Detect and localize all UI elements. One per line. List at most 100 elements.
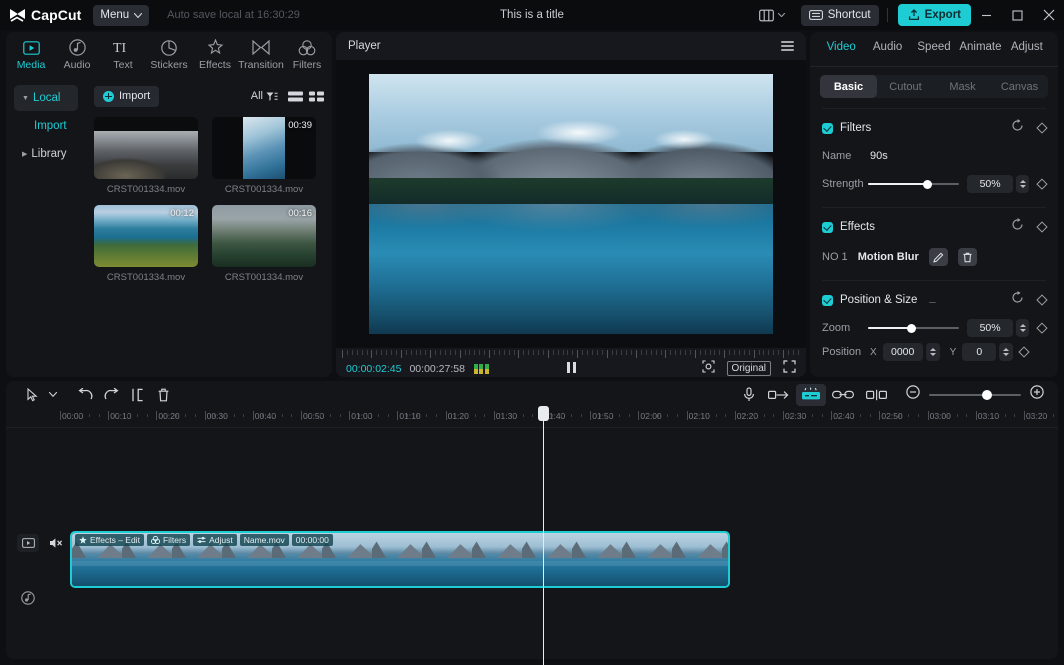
import-button[interactable]: Import [94,86,159,107]
effects-checkbox[interactable] [822,222,833,233]
zoom-value[interactable]: 50% [967,319,1013,337]
hamburger-icon[interactable] [781,38,794,53]
undo-button[interactable] [72,384,98,406]
keyframe-diamond-icon[interactable] [1037,322,1048,333]
tab-transition[interactable]: Transition [238,32,284,77]
record-voiceover-button[interactable] [736,384,762,406]
menu-button[interactable]: Menu [93,5,149,26]
effect-edit-button[interactable] [929,248,948,266]
tab-audio[interactable]: Audio [864,41,910,53]
media-item[interactable]: 00:21 CRST001334.mov [94,117,198,195]
auto-captions-button[interactable] [796,384,826,406]
video-track-toggle[interactable] [17,534,39,552]
tab-effects[interactable]: Effects [192,32,238,77]
position-size-checkbox[interactable] [822,295,833,306]
reset-icon[interactable] [1011,218,1024,236]
subtab-mask[interactable]: Mask [934,75,991,98]
keyframe-diamond-icon[interactable] [1036,294,1047,305]
media-item[interactable]: 00:16 CRST001334.mov [212,205,316,283]
keyframe-diamond-icon[interactable] [1036,122,1047,133]
video-preview[interactable] [369,74,773,334]
tab-filters[interactable]: Filters [284,32,330,77]
timeline-zoom-slider[interactable] [929,389,1021,401]
video-clip[interactable]: Effects – Edit Filters Adjust Name.mov 0… [70,531,730,588]
player-ruler[interactable] [336,348,806,360]
media-thumbnail[interactable]: 00:39 [212,117,316,179]
grid-view-icon[interactable] [309,90,324,103]
clip-badge-adjust[interactable]: Adjust [193,534,237,546]
media-item[interactable]: 00:39 CRST001334.mov [212,117,316,195]
media-thumbnail[interactable]: 00:21 [94,117,198,179]
minimize-button[interactable] [971,0,1002,30]
slider-knob[interactable] [982,390,992,400]
position-y-value[interactable]: 0 [962,343,996,361]
slider-knob[interactable] [923,180,932,189]
audio-track-toggle[interactable] [17,589,39,607]
playhead-handle[interactable] [538,406,549,421]
zoom-out-icon[interactable] [906,385,920,404]
filter-strength-stepper[interactable] [1016,175,1029,193]
tab-adjust[interactable]: Adjust [1004,41,1050,53]
clip-badge-filters[interactable]: Filters [147,534,190,546]
tab-speed[interactable]: Speed [911,41,957,53]
collapse-icon[interactable]: ⚊ [928,295,936,306]
subtab-basic[interactable]: Basic [820,75,877,98]
filters-checkbox[interactable] [822,123,833,134]
sidebar-item-local[interactable]: ▼ Local [14,85,78,111]
crop-button[interactable] [762,384,796,406]
position-y-stepper[interactable] [999,343,1013,361]
maximize-button[interactable] [1002,0,1033,30]
zoom-slider[interactable] [868,321,959,335]
redo-button[interactable] [98,384,124,406]
list-view-icon[interactable] [288,90,303,103]
media-item[interactable]: 00:12 CRST001334.mov [94,205,198,283]
tab-text[interactable]: TI Text [100,32,146,77]
filter-strength-slider[interactable] [868,177,959,191]
panel-tabbar: Media Audio TI Text Stickers [6,32,332,77]
select-tool-dropdown[interactable] [46,384,60,406]
layout-button[interactable] [753,9,791,22]
media-thumbnail[interactable]: 00:12 [94,205,198,267]
tab-media[interactable]: Media [8,32,54,77]
close-button[interactable] [1033,0,1064,30]
subtab-cutout[interactable]: Cutout [877,75,934,98]
tab-video[interactable]: Video [818,41,864,53]
zoom-stepper[interactable] [1016,319,1029,337]
reset-icon[interactable] [1011,119,1024,137]
sidebar-item-library[interactable]: ▶ Library [14,141,78,167]
filter-name-value[interactable]: 90s [870,150,888,162]
keyframe-diamond-icon[interactable] [1037,178,1048,189]
shortcut-button[interactable]: Shortcut [801,5,879,26]
tab-animate[interactable]: Animate [957,41,1003,53]
media-filter-button[interactable]: All [251,90,278,102]
delete-button[interactable] [150,384,176,406]
player-stage[interactable] [336,60,806,348]
tab-audio[interactable]: Audio [54,32,100,77]
position-x-value[interactable]: 0000 [883,343,923,361]
split-button[interactable] [124,384,150,406]
clip-badge-effects[interactable]: Effects – Edit [75,534,144,546]
play-pause-button[interactable] [336,360,806,378]
zoom-in-icon[interactable] [1030,385,1044,404]
ruler-minor-tick [581,414,582,417]
freeze-button[interactable] [860,384,894,406]
link-button[interactable] [826,384,860,406]
ruler-tick [253,411,254,420]
tab-stickers[interactable]: Stickers [146,32,192,77]
media-thumbnail[interactable]: 00:16 [212,205,316,267]
sidebar-item-import[interactable]: Import [14,113,78,139]
effect-delete-button[interactable] [958,248,977,266]
export-button[interactable]: Export [898,4,971,26]
selection-handles[interactable] [369,74,773,334]
slider-knob[interactable] [907,324,916,333]
filter-strength-value[interactable]: 50% [967,175,1013,193]
keyframe-diamond-icon[interactable] [1019,346,1030,357]
video-track-mute[interactable] [45,534,67,552]
subtab-canvas[interactable]: Canvas [991,75,1048,98]
keyframe-diamond-icon[interactable] [1036,221,1047,232]
ruler-minor-tick [1053,414,1054,417]
timeline-ruler[interactable]: 00:0000:1000:2000:3000:4000:5001:0001:10… [6,408,1058,428]
position-x-stepper[interactable] [926,343,940,361]
reset-icon[interactable] [1011,291,1024,309]
select-tool[interactable] [20,384,46,406]
